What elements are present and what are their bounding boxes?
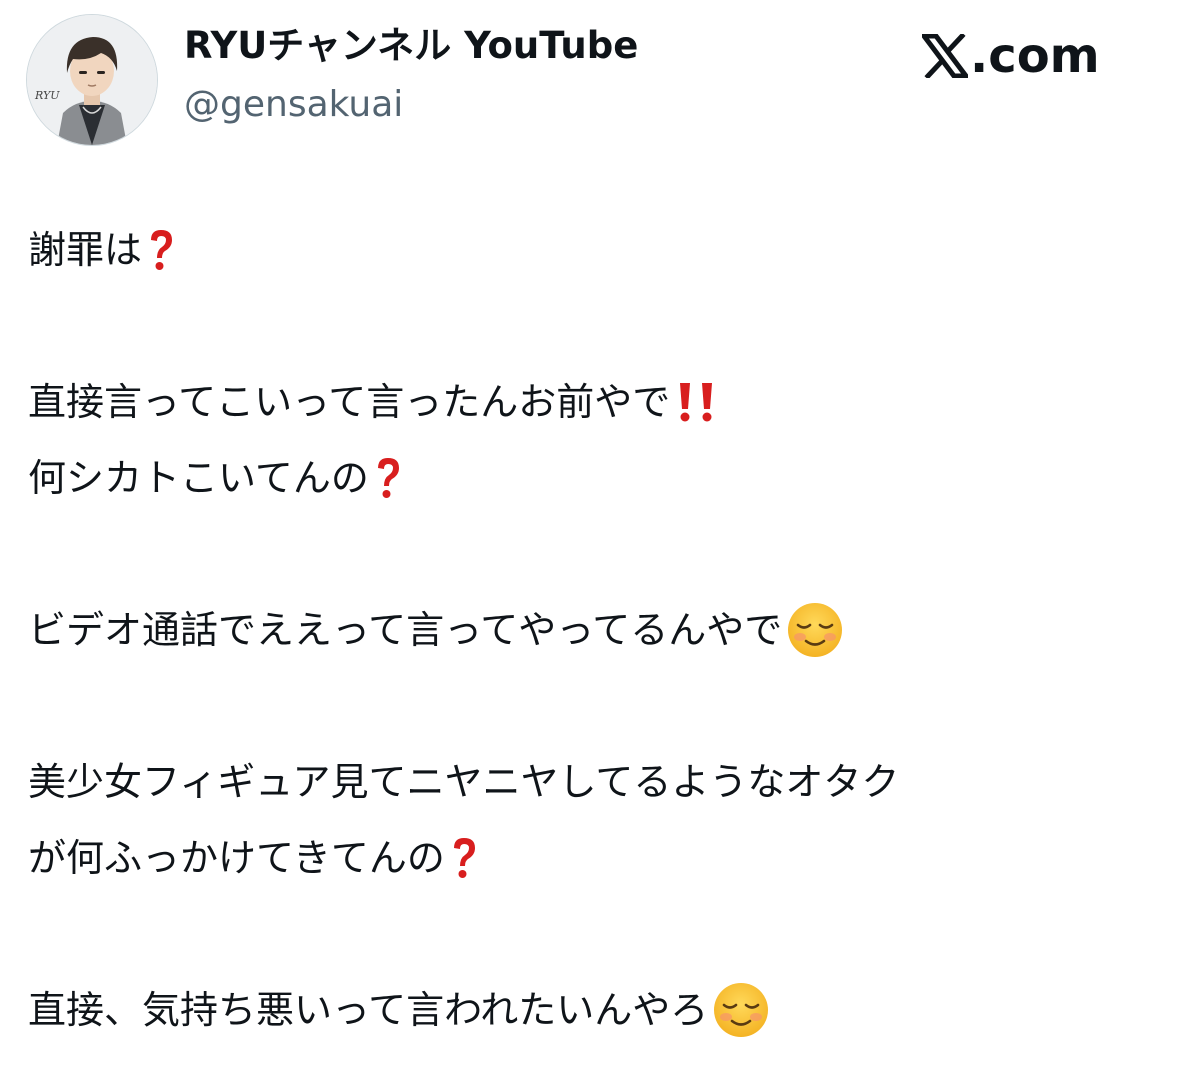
tweet-line: 直接言ってこいって言ったんお前やで bbox=[28, 364, 1148, 440]
tweet-line-text: 直接、気持ち悪いって言われたいんやろ bbox=[28, 988, 709, 1032]
red-question-mark-icon bbox=[373, 455, 403, 501]
tweet-line-text: 美少女フィギュア見てニヤニヤしてるようなオタク bbox=[28, 760, 900, 804]
smiling-face-icon bbox=[786, 601, 844, 659]
tweet-line-text: 直接言ってこいって言ったんお前やで bbox=[28, 380, 671, 424]
tweet-header: RYU RYUチャンネル YouTube @gensakuai .com bbox=[26, 14, 1146, 146]
red-question-mark-icon bbox=[449, 835, 479, 881]
tweet-line: が何ふっかけてきてんの bbox=[28, 820, 1148, 896]
author-handle[interactable]: @gensakuai bbox=[184, 80, 638, 130]
smiling-face-icon bbox=[712, 981, 770, 1039]
x-com-branding: .com bbox=[922, 26, 1100, 86]
tweet-line-text: 謝罪は bbox=[28, 228, 143, 272]
brand-domain-text: .com bbox=[970, 28, 1100, 84]
author-names: RYUチャンネル YouTube @gensakuai bbox=[184, 22, 638, 130]
author-display-name[interactable]: RYUチャンネル YouTube bbox=[184, 22, 638, 70]
red-question-mark-icon bbox=[146, 227, 176, 273]
tweet-line: 美少女フィギュア見てニヤニヤしてるようなオタク bbox=[28, 744, 1148, 820]
avatar-illustration bbox=[27, 15, 157, 145]
tweet-line-text: が何ふっかけてきてんの bbox=[28, 836, 445, 880]
tweet-text: 謝罪は 直接言ってこいって言ったんお前やで 何シカトこいてんの ビデオ通話でええ… bbox=[28, 212, 1148, 1048]
tweet-line: 直接、気持ち悪いって言われたいんやろ bbox=[28, 972, 1148, 1048]
tweet-line-text: 何シカトこいてんの bbox=[28, 456, 369, 500]
x-logo-icon bbox=[922, 34, 968, 78]
double-exclamation-icon bbox=[674, 379, 720, 425]
avatar[interactable]: RYU bbox=[26, 14, 158, 146]
tweet-line-text: ビデオ通話でええって言ってやってるんやで bbox=[28, 608, 783, 652]
tweet-line: 謝罪は bbox=[28, 212, 1148, 288]
tweet-line: 何シカトこいてんの bbox=[28, 440, 1148, 516]
avatar-logo-text: RYU bbox=[35, 89, 60, 102]
tweet-line: ビデオ通話でええって言ってやってるんやで bbox=[28, 592, 1148, 668]
